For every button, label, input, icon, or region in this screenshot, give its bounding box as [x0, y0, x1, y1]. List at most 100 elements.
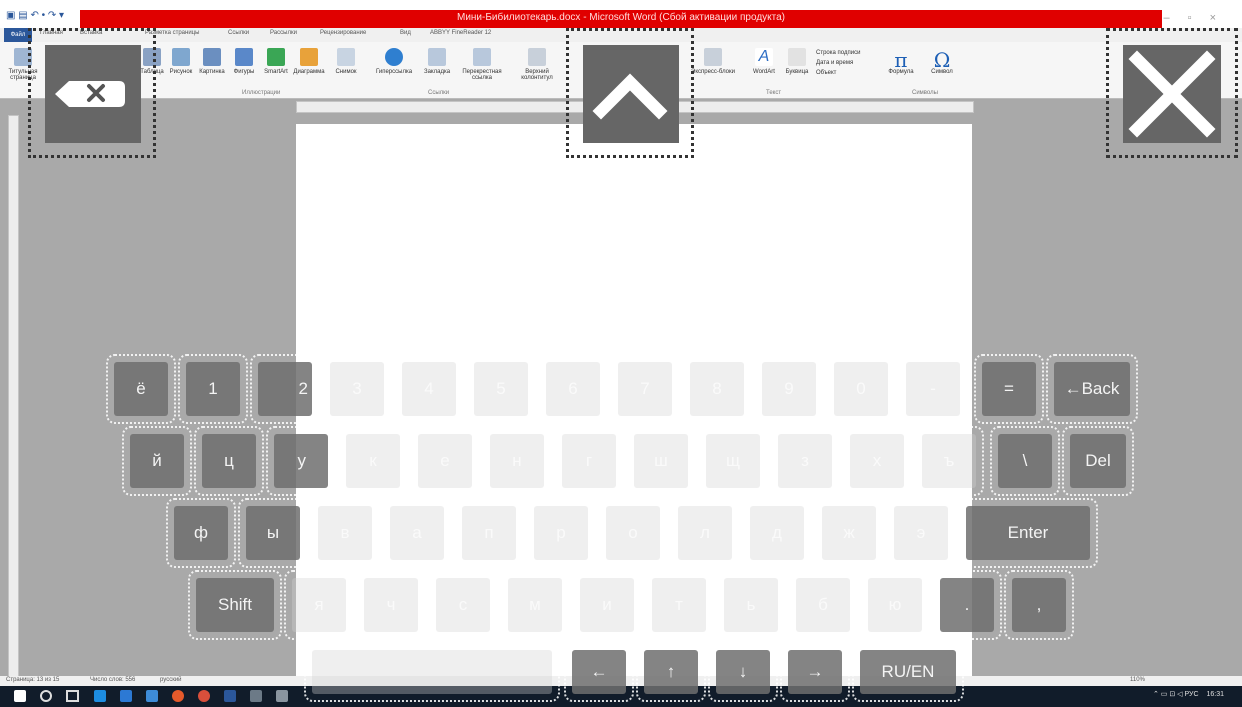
key-f[interactable]: ф: [166, 498, 236, 568]
tray-language[interactable]: РУС: [1184, 691, 1198, 698]
key-p[interactable]: п: [454, 498, 524, 568]
key-delete[interactable]: Del: [1062, 426, 1134, 496]
key-l[interactable]: л: [670, 498, 740, 568]
media-icon[interactable]: [120, 690, 132, 702]
key-arrow-up[interactable]: ↑: [636, 642, 706, 702]
photos-icon[interactable]: [146, 690, 158, 702]
screenshot-button[interactable]: Снимок: [332, 48, 360, 75]
hyperlink-button[interactable]: Гиперссылка: [374, 48, 414, 75]
maximize-button[interactable]: ▫: [1188, 12, 1210, 24]
app-icon-2[interactable]: [276, 690, 288, 702]
word-count[interactable]: Число слов: 556: [90, 677, 135, 683]
key-arrow-down[interactable]: ↓: [708, 642, 778, 702]
window-controls[interactable]: –▫×: [1164, 12, 1234, 24]
language-indicator[interactable]: русский: [160, 677, 182, 683]
smartart-button[interactable]: SmartArt: [262, 48, 290, 75]
tab-mailings[interactable]: Рассылки: [270, 30, 297, 36]
signature-line-item[interactable]: Строка подписи: [816, 48, 882, 58]
key-7[interactable]: 7: [610, 354, 680, 424]
key-ye[interactable]: е: [410, 426, 480, 496]
key-shch[interactable]: щ: [698, 426, 768, 496]
date-time-item[interactable]: Дата и время: [816, 58, 882, 68]
minimize-button[interactable]: –: [1164, 12, 1188, 24]
word-taskbar-icon[interactable]: [224, 690, 236, 702]
page-count[interactable]: Страница: 13 из 15: [6, 677, 59, 683]
key-s[interactable]: с: [428, 570, 498, 640]
zoom-level[interactable]: 110%: [1130, 677, 1145, 683]
key-ya[interactable]: я: [284, 570, 354, 640]
key-m[interactable]: м: [500, 570, 570, 640]
key-1[interactable]: 1: [178, 354, 248, 424]
key-5[interactable]: 5: [466, 354, 536, 424]
key-8[interactable]: 8: [682, 354, 752, 424]
key-2[interactable]: 2: [250, 354, 320, 424]
wordart-button[interactable]: A WordArt: [748, 48, 780, 75]
key-shift[interactable]: Shift: [188, 570, 282, 640]
key-0[interactable]: 0: [826, 354, 896, 424]
tab-view[interactable]: Вид: [400, 30, 411, 36]
app-icon[interactable]: [250, 690, 262, 702]
key-zh[interactable]: ж: [814, 498, 884, 568]
key-t[interactable]: т: [644, 570, 714, 640]
key-n[interactable]: н: [482, 426, 552, 496]
symbol-button[interactable]: Ω Символ: [922, 48, 962, 75]
shapes-button[interactable]: Фигуры: [230, 48, 258, 75]
up-arrow-button[interactable]: [566, 28, 694, 158]
clock[interactable]: 16:31: [1206, 691, 1224, 698]
cross-reference-button[interactable]: Перекрестная ссылка: [456, 48, 508, 81]
backspace-button[interactable]: [28, 28, 156, 158]
browser-icon[interactable]: [198, 690, 210, 702]
key-e[interactable]: э: [886, 498, 956, 568]
bookmark-button[interactable]: Закладка: [420, 48, 454, 75]
key-backslash[interactable]: \: [990, 426, 1060, 496]
key-hard-sign[interactable]: ъ: [914, 426, 984, 496]
key-9[interactable]: 9: [754, 354, 824, 424]
key-comma[interactable]: ,: [1004, 570, 1074, 640]
key-kh[interactable]: х: [842, 426, 912, 496]
key-yi[interactable]: й: [122, 426, 192, 496]
key-i[interactable]: и: [572, 570, 642, 640]
key-a[interactable]: а: [382, 498, 452, 568]
key-r[interactable]: р: [526, 498, 596, 568]
key-y[interactable]: ы: [238, 498, 308, 568]
key-minus[interactable]: -: [898, 354, 968, 424]
key-z[interactable]: з: [770, 426, 840, 496]
close-keyboard-button[interactable]: [1106, 28, 1238, 158]
key-6[interactable]: 6: [538, 354, 608, 424]
dropcap-button[interactable]: Буквица: [780, 48, 814, 75]
search-icon[interactable]: [40, 690, 52, 702]
tab-abbyy[interactable]: ABBYY FineReader 12: [430, 30, 491, 36]
key-3[interactable]: 3: [322, 354, 392, 424]
key-arrow-right[interactable]: →: [780, 642, 850, 702]
system-tray[interactable]: ⌃ ▭ ⊡ ◁ РУС 16:31: [1153, 690, 1224, 698]
object-item[interactable]: Объект: [816, 68, 882, 78]
key-backspace[interactable]: ←Back: [1046, 354, 1138, 424]
key-ts[interactable]: ц: [194, 426, 264, 496]
key-o[interactable]: о: [598, 498, 668, 568]
equation-button[interactable]: π Формула: [886, 48, 916, 75]
vertical-ruler[interactable]: [8, 115, 19, 677]
clipart-button[interactable]: Картинка: [198, 48, 226, 75]
key-k[interactable]: к: [338, 426, 408, 496]
key-4[interactable]: 4: [394, 354, 464, 424]
key-yo[interactable]: ё: [106, 354, 176, 424]
key-language-switch[interactable]: RU/EN: [852, 642, 964, 702]
quick-parts-button[interactable]: Экспресс-блоки: [690, 48, 736, 75]
key-yu[interactable]: ю: [860, 570, 930, 640]
key-g[interactable]: г: [554, 426, 624, 496]
skype-icon[interactable]: [94, 690, 106, 702]
key-ch[interactable]: ч: [356, 570, 426, 640]
windows-start-icon[interactable]: [14, 690, 26, 702]
key-equals[interactable]: =: [974, 354, 1044, 424]
tab-review[interactable]: Рецензирование: [320, 30, 366, 36]
picture-button[interactable]: Рисунок: [168, 48, 194, 75]
tab-references[interactable]: Ссылки: [228, 30, 249, 36]
key-enter[interactable]: Enter: [958, 498, 1098, 568]
close-window-button[interactable]: ×: [1210, 12, 1234, 24]
firefox-icon[interactable]: [172, 690, 184, 702]
key-arrow-left[interactable]: ←: [564, 642, 634, 702]
header-button[interactable]: Верхний колонтитул: [514, 48, 560, 81]
key-period[interactable]: .: [932, 570, 1002, 640]
key-soft-sign[interactable]: ь: [716, 570, 786, 640]
chart-button[interactable]: Диаграмма: [292, 48, 326, 75]
